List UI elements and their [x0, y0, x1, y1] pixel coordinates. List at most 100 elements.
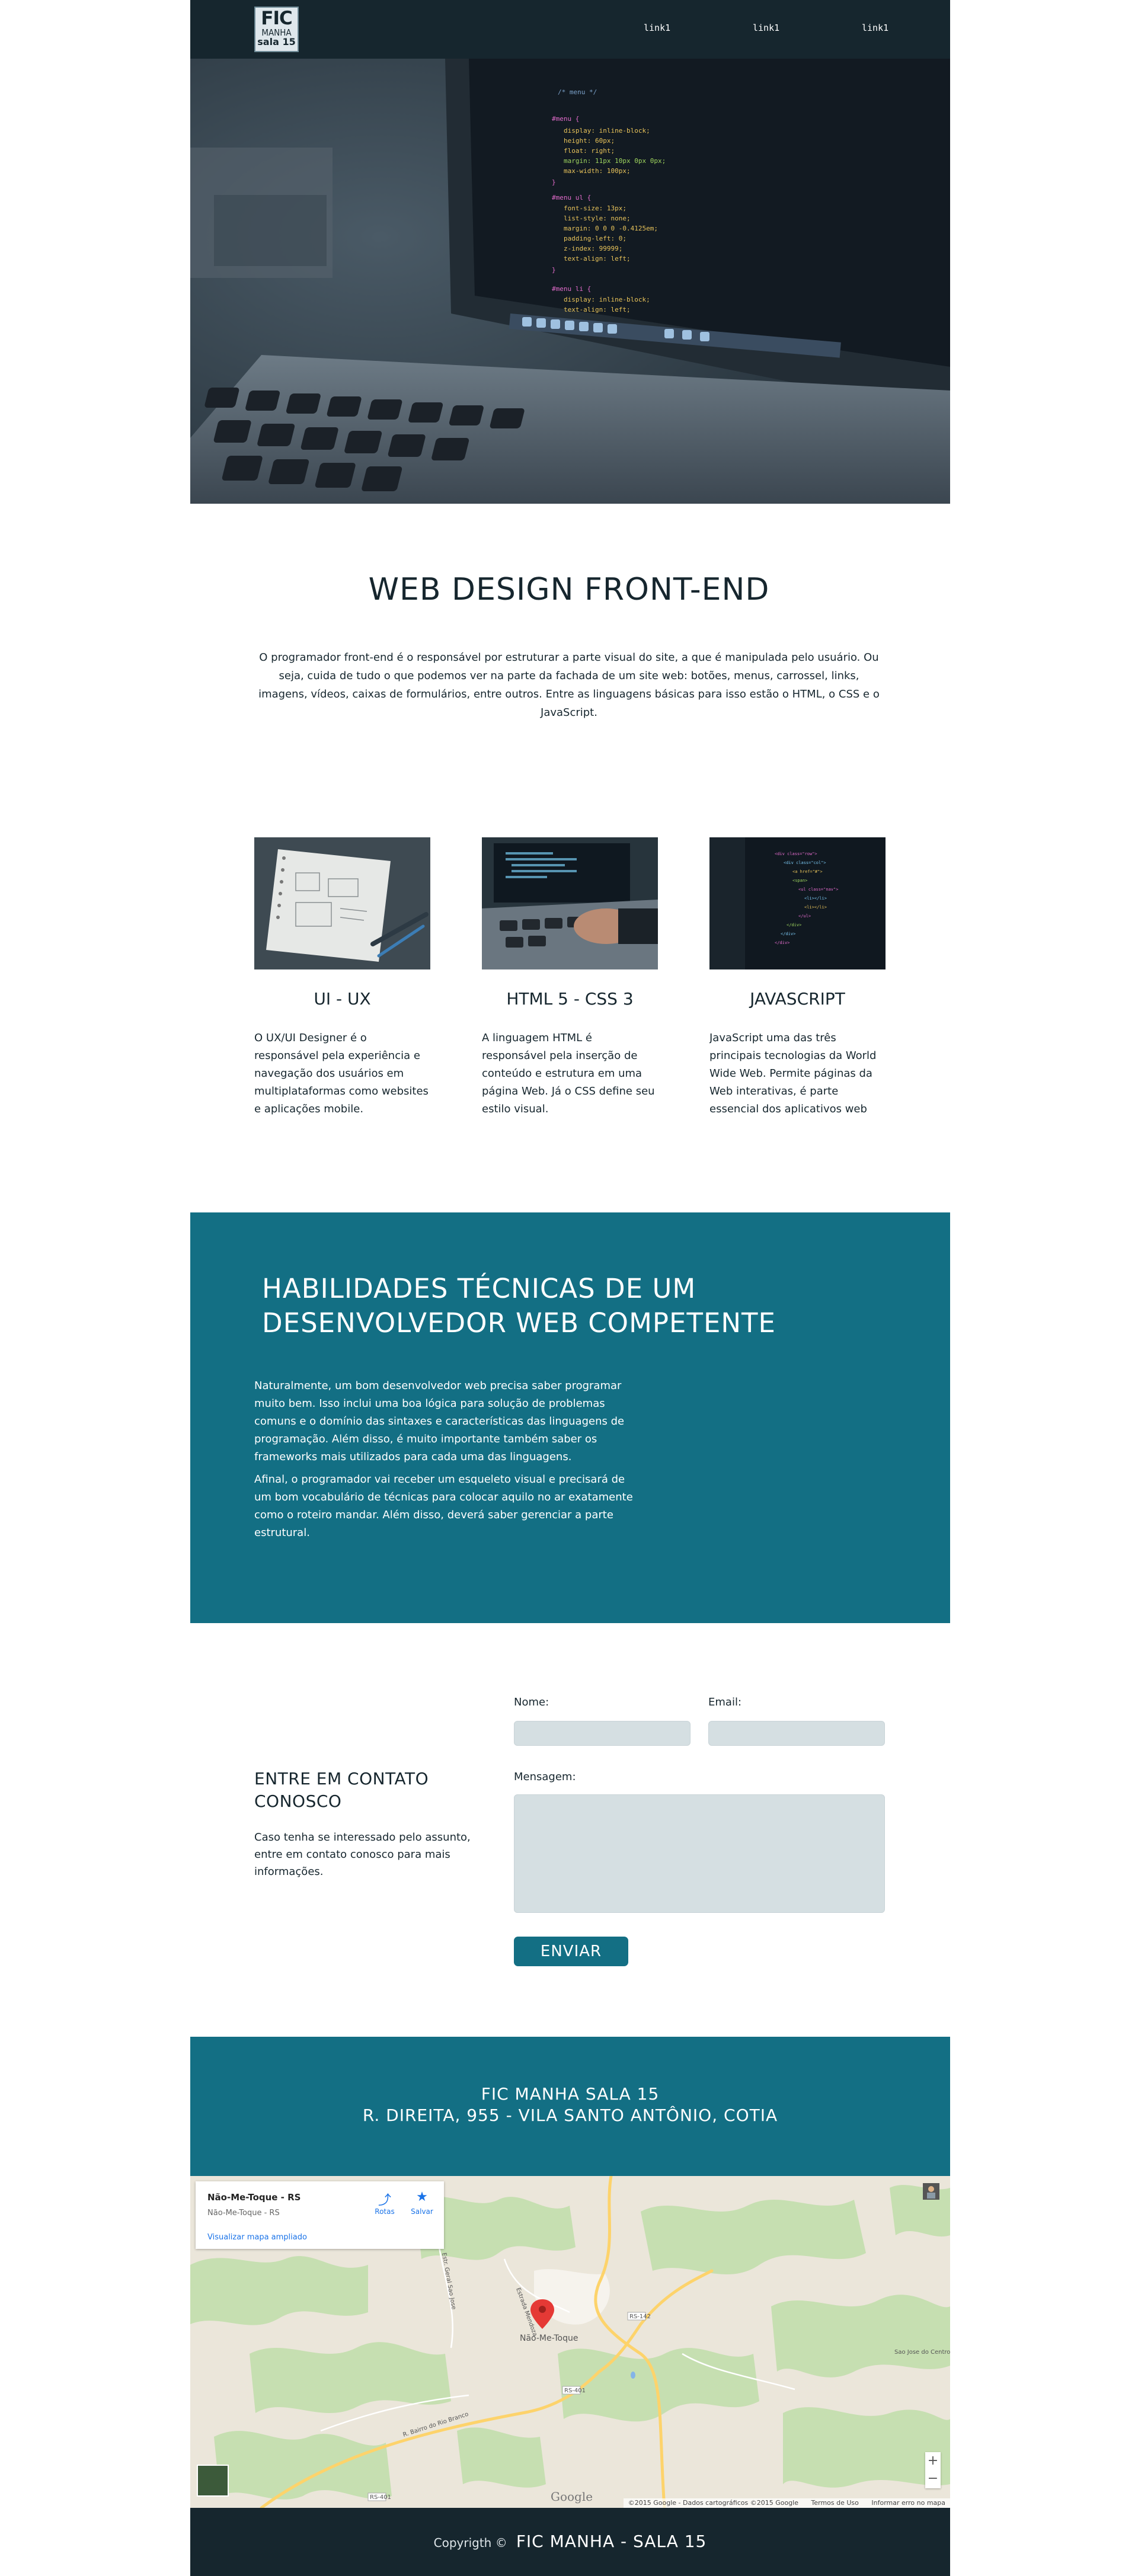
skills-text: Naturalmente, um bom desenvolvedor web p…: [254, 1377, 634, 1547]
nav-link-3[interactable]: link1: [862, 23, 888, 33]
map-town-label: Não-Me-Toque: [520, 2334, 578, 2343]
intro-title: WEB DESIGN FRONT-END: [368, 572, 770, 607]
embedded-map[interactable]: Não-Me-Toque RS-142 RS-401 RS-401 Sao Jo…: [190, 2176, 950, 2508]
directions-icon: ⤴: [378, 2193, 391, 2208]
name-field[interactable]: [514, 1721, 691, 1746]
svg-text:margin: 11px 10px 0px 0px;: margin: 11px 10px 0px 0px;: [564, 157, 666, 165]
card-image-code-screen: <div class="row"> <div class="col"> <a h…: [709, 837, 886, 969]
hero-image: /* menu */ #menu { display: inline-block…: [190, 59, 950, 504]
road-label-rs401-b: RS-401: [370, 2494, 391, 2501]
message-label: Mensagem:: [514, 1771, 576, 1783]
laptop-code-photo: /* menu */ #menu { display: inline-block…: [190, 59, 950, 504]
svg-text:#menu li {: #menu li {: [552, 285, 591, 293]
card-ui-ux: UI - UX O UX/UI Designer é o responsável…: [254, 837, 430, 1118]
svg-text:/* menu */: /* menu */: [558, 88, 597, 96]
svg-text:max-width: 100px;: max-width: 100px;: [564, 167, 631, 175]
svg-text:<div class="row">: <div class="row">: [775, 852, 817, 856]
svg-text:</div>: </div>: [775, 940, 789, 945]
intro-text: O programador front-end é o responsável …: [258, 651, 880, 719]
svg-text:font-size: 13px;: font-size: 13px;: [564, 204, 626, 212]
nav-link-2[interactable]: link1: [753, 23, 779, 33]
map-locality-label: Sao Jose do Centro: [894, 2349, 950, 2356]
svg-text:padding-left: 0;: padding-left: 0;: [564, 235, 626, 242]
map-place-card: Não-Me-Toque - RS Não-Me-Toque - RS Visu…: [196, 2181, 444, 2249]
copyright-text: Copyrigth ©: [433, 2536, 507, 2550]
directions-button[interactable]: ⤴ Rotas: [369, 2190, 400, 2216]
card-image-notebook-sketch: [254, 837, 430, 969]
site-header: FIC MANHA sala 15 link1 link1 link1: [190, 0, 950, 59]
skills-section: HABILIDADES TÉCNICAS DE UM DESENVOLVEDOR…: [190, 1212, 950, 1623]
email-field[interactable]: [708, 1721, 885, 1746]
svg-text:height: 60px;: height: 60px;: [564, 137, 615, 145]
svg-text:}: }: [552, 266, 556, 274]
logo-text-sala: sala 15: [257, 36, 296, 47]
site-logo[interactable]: FIC MANHA sala 15: [254, 7, 299, 52]
email-label: Email:: [708, 1696, 742, 1708]
svg-text:text-align: left;: text-align: left;: [564, 306, 631, 313]
street-view-icon[interactable]: [923, 2183, 939, 2200]
directions-label: Rotas: [375, 2207, 395, 2216]
nav-link-1[interactable]: link1: [644, 23, 670, 33]
message-field[interactable]: [514, 1794, 885, 1913]
svg-text:z-index: 99999;: z-index: 99999;: [564, 245, 622, 252]
road-label-rs401-a: RS-401: [564, 2388, 586, 2394]
svg-text:<li></li>: <li></li>: [804, 896, 827, 901]
card-text: A linguagem HTML é responsável pela inse…: [482, 1032, 655, 1115]
address-section: FIC MANHA SALA 15 R. DIREITA, 955 - VILA…: [190, 2037, 950, 2176]
card-text: JavaScript uma das três principais tecno…: [709, 1032, 877, 1115]
svg-text:}: }: [552, 178, 556, 186]
svg-text:text-align: left;: text-align: left;: [564, 255, 631, 263]
map-attribution: ©2015 Google - Dados cartográficos ©2015…: [623, 2498, 950, 2508]
svg-text:</div>: </div>: [787, 923, 801, 927]
name-label: Nome:: [514, 1696, 549, 1708]
contact-title-line-1: ENTRE EM CONTATO: [254, 1769, 429, 1788]
svg-text:display: inline-block;: display: inline-block;: [564, 296, 650, 303]
address-line-2: R. DIREITA, 955 - VILA SANTO ANTÔNIO, CO…: [362, 2105, 778, 2125]
save-place-button[interactable]: ★ Salvar: [407, 2190, 437, 2216]
site-footer: Copyrigth © FIC MANHA - SALA 15: [190, 2508, 950, 2576]
skills-paragraph-2: Afinal, o programador vai receber um esq…: [254, 1473, 633, 1539]
skills-title: HABILIDADES TÉCNICAS DE UM DESENVOLVEDOR…: [262, 1272, 776, 1340]
card-html-css: HTML 5 - CSS 3 A linguagem HTML é respon…: [482, 837, 658, 1118]
svg-text:<div class="col">: <div class="col">: [784, 860, 826, 865]
contact-title: ENTRE EM CONTATO CONOSCO: [254, 1768, 429, 1813]
card-image-laptop-typing: [482, 837, 658, 969]
zoom-out-button[interactable]: −: [925, 2470, 941, 2488]
svg-text:margin: 0 0 0 -0.4125em;: margin: 0 0 0 -0.4125em;: [564, 225, 658, 232]
svg-text:</div>: </div>: [781, 932, 795, 936]
svg-text:<ul class="nav">: <ul class="nav">: [798, 887, 838, 892]
skills-title-line-1: HABILIDADES TÉCNICAS DE UM: [262, 1273, 696, 1304]
google-wordmark: Google: [551, 2489, 593, 2504]
svg-text:<li></li>: <li></li>: [804, 905, 827, 910]
svg-text:float: right;: float: right;: [564, 147, 615, 155]
send-button[interactable]: ENVIAR: [514, 1937, 628, 1966]
card-javascript: <div class="row"> <div class="col"> <a h…: [709, 837, 886, 1118]
logo-text-fic: FIC: [261, 8, 292, 29]
zoom-in-button[interactable]: +: [925, 2452, 941, 2470]
svg-text:<span>: <span>: [792, 878, 807, 883]
skills-paragraph-1: Naturalmente, um bom desenvolvedor web p…: [254, 1380, 625, 1463]
svg-text:#menu {: #menu {: [552, 115, 579, 123]
star-icon: ★: [416, 2190, 428, 2204]
save-label: Salvar: [411, 2207, 433, 2216]
map-place-title: Não-Me-Toque - RS: [207, 2192, 301, 2203]
card-title: HTML 5 - CSS 3: [506, 989, 634, 1009]
report-error-link[interactable]: Informar erro no mapa: [871, 2499, 945, 2507]
terms-link[interactable]: Termos de Uso: [811, 2499, 859, 2507]
card-title: JAVASCRIPT: [750, 989, 845, 1009]
map-data-credit: ©2015 Google - Dados cartográficos ©2015…: [628, 2499, 798, 2507]
map-place-subtitle: Não-Me-Toque - RS: [207, 2209, 280, 2217]
contact-description: Caso tenha se interessado pelo assunto, …: [254, 1831, 471, 1878]
contact-title-line-2: CONOSCO: [254, 1791, 342, 1811]
svg-text:#menu ul {: #menu ul {: [552, 194, 591, 201]
svg-text:<a href="#">: <a href="#">: [792, 869, 823, 874]
map-zoom-control: + −: [925, 2452, 941, 2488]
road-label-rs142: RS-142: [629, 2313, 651, 2320]
card-title: UI - UX: [314, 989, 371, 1009]
address-line-1: FIC MANHA SALA 15: [481, 2084, 660, 2104]
larger-map-link[interactable]: Visualizar mapa ampliado: [207, 2233, 307, 2242]
svg-text:list-style: none;: list-style: none;: [564, 215, 631, 222]
skills-title-line-2: DESENVOLVEDOR WEB COMPETENTE: [262, 1307, 776, 1339]
svg-text:</ul>: </ul>: [798, 914, 811, 919]
satellite-toggle[interactable]: [197, 2465, 229, 2497]
